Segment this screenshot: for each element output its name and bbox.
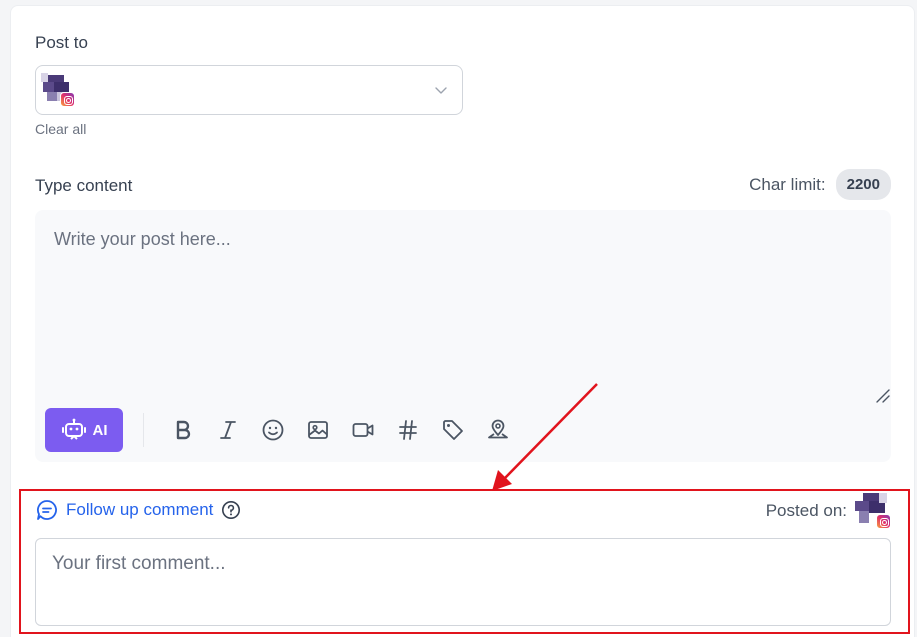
video-button[interactable] [340, 408, 385, 452]
location-button[interactable] [475, 408, 520, 452]
image-button[interactable] [295, 408, 340, 452]
account-select[interactable] [35, 65, 463, 115]
bold-icon [176, 420, 190, 440]
account-avatar [41, 73, 75, 107]
char-limit-badge: 2200 [835, 169, 891, 200]
editor-toolbar: AI [45, 408, 520, 452]
char-limit-label: Char limit: [749, 174, 826, 194]
post-content-input[interactable] [35, 210, 891, 410]
italic-icon [219, 421, 236, 439]
ai-bot-icon [61, 418, 86, 440]
location-icon [487, 419, 508, 439]
instagram-icon [60, 92, 75, 107]
post-editor: AI [35, 210, 891, 462]
hashtag-icon [398, 420, 417, 440]
emoji-icon [262, 419, 283, 441]
type-content-label: Type content [35, 176, 133, 195]
post-to-label: Post to [35, 33, 88, 52]
tag-button[interactable] [430, 408, 475, 452]
tag-icon [442, 420, 463, 440]
annotation-highlight-box [19, 489, 910, 634]
clear-all-link[interactable]: Clear all [35, 121, 86, 137]
italic-button[interactable] [205, 408, 250, 452]
image-icon [307, 421, 328, 439]
ai-assist-button[interactable]: AI [45, 408, 123, 452]
char-limit: Char limit: 2200 [749, 169, 891, 200]
ai-button-label: AI [92, 421, 108, 439]
chevron-down-icon[interactable] [434, 83, 448, 97]
video-icon [352, 423, 373, 437]
bold-button[interactable] [160, 408, 205, 452]
resize-handle-icon[interactable] [873, 386, 891, 404]
hashtag-button[interactable] [385, 408, 430, 452]
emoji-button[interactable] [250, 408, 295, 452]
toolbar-divider [143, 413, 144, 447]
